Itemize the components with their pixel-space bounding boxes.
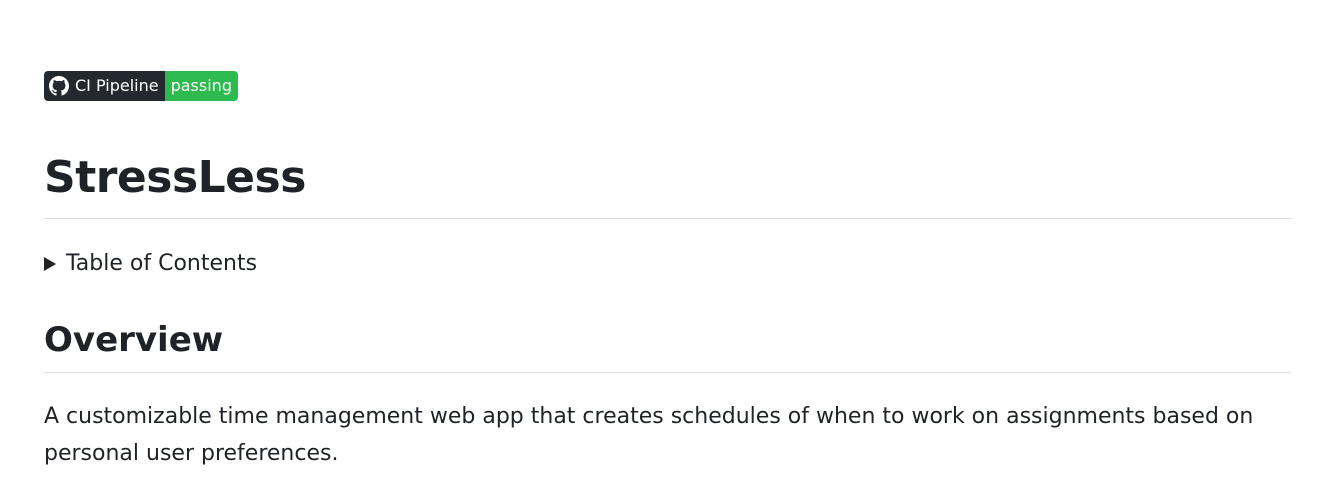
badge-status: passing xyxy=(164,71,238,101)
github-icon xyxy=(49,76,69,96)
table-of-contents-toggle[interactable]: Table of Contents xyxy=(44,248,257,280)
toc-label: Table of Contents xyxy=(66,251,258,276)
page-title: StressLess xyxy=(44,152,306,203)
triangle-right-icon xyxy=(44,257,56,271)
title-divider xyxy=(44,218,1291,219)
badge-label: CI Pipeline xyxy=(75,76,159,95)
readme-content: CI Pipeline passing StressLess Table of … xyxy=(0,0,1333,484)
overview-heading: Overview xyxy=(44,320,224,360)
overview-divider xyxy=(44,372,1291,373)
badge-label-section: CI Pipeline xyxy=(44,71,165,101)
ci-pipeline-badge[interactable]: CI Pipeline passing xyxy=(44,71,238,101)
overview-paragraph: A customizable time management web app t… xyxy=(44,404,1254,466)
